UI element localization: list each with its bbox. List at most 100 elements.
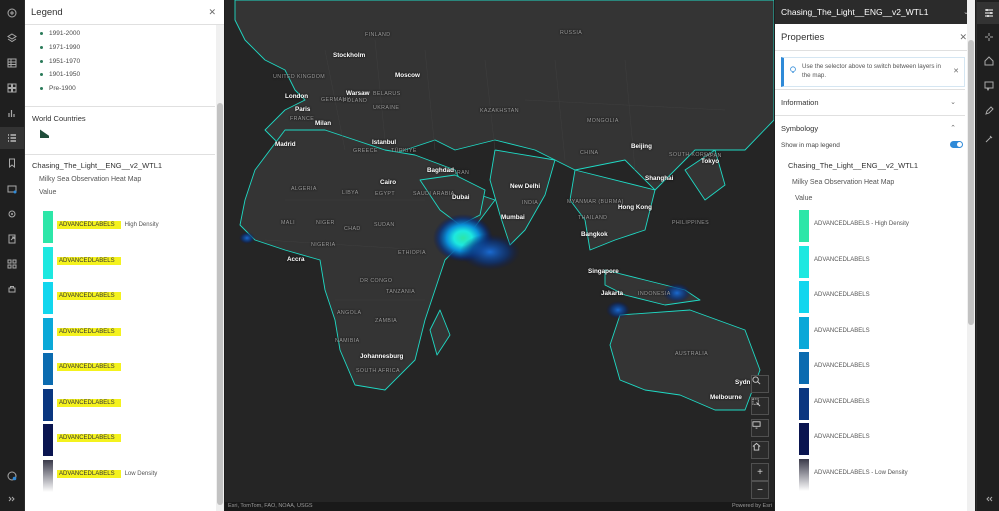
charts-icon[interactable] [0, 102, 24, 124]
world-countries-title: World Countries [32, 114, 86, 124]
search-icon[interactable] [751, 375, 769, 393]
map-label: Johannesburg [360, 353, 404, 360]
map-label: Paris [295, 106, 311, 113]
color-swatch [43, 211, 53, 243]
symbology-subtitle: Milky Sea Observation Heat Map [792, 179, 895, 186]
map-label: Mumbai [501, 214, 525, 221]
value-label: Value [39, 189, 57, 197]
ramp-label: ADVANCEDLABELS - Low Density [814, 469, 908, 476]
map-label: Sydn [735, 379, 751, 386]
map-label: Warsaw [346, 90, 370, 97]
ramp-row: ADVANCEDLABELS [799, 281, 959, 317]
dot-icon [40, 46, 43, 50]
layers-icon[interactable] [0, 27, 24, 49]
map-view[interactable]: London Paris Milan Madrid Stockholm Wars… [225, 0, 774, 511]
map-attribution: Esri, TomTom, FAO, NOAA, USGS Powered by… [225, 502, 774, 511]
ramp-row: ADVANCEDLABELS [43, 424, 213, 460]
map-label: Cairo [380, 179, 397, 186]
country-label: AUSTRALIA [675, 351, 709, 357]
heatmap-layer-title: Chasing_The_Light__ENG__v2_WTL1 [32, 161, 163, 171]
scrollbar-thumb[interactable] [217, 103, 223, 505]
color-swatch [43, 459, 53, 492]
map-label: Accra [287, 256, 305, 263]
heat-ramp: ADVANCEDLABELS High Density ADVANCEDLABELS… [43, 211, 213, 495]
fullscreen-icon[interactable] [751, 419, 769, 437]
properties-panel: Chasing_The_Light__ENG__v2_WTL1 ⌄ Proper… [775, 0, 975, 511]
close-icon[interactable]: ✕ [208, 7, 216, 18]
country-label: JAPAN [703, 153, 722, 159]
ramp-label: ADVANCEDLABELS [814, 327, 870, 334]
effects-icon[interactable] [977, 26, 999, 48]
color-swatch [799, 387, 809, 420]
ramp-label: ADVANCEDLABELS [814, 292, 870, 298]
zoom-out-button[interactable]: − [751, 481, 769, 499]
scrollbar-thumb[interactable] [968, 40, 974, 325]
apps-icon[interactable] [0, 253, 24, 275]
properties-icon[interactable] [977, 2, 999, 24]
color-swatch [799, 281, 809, 313]
world-countries-section: World Countries [25, 106, 215, 154]
ramp-row: ADVANCEDLABELS Low Density [43, 459, 213, 496]
country-label: ETHIOPIA [398, 250, 426, 256]
ramp-label: ADVANCEDLABELS - High Density [814, 221, 909, 227]
color-swatch [799, 316, 809, 349]
value-label: Value [795, 195, 813, 202]
country-label: ANGOLA [337, 310, 362, 316]
map-label: Melbourne [710, 394, 742, 401]
share-icon[interactable] [0, 278, 24, 300]
home-icon[interactable] [751, 441, 769, 459]
country-label: NIGERIA [311, 242, 336, 248]
configure-popups-icon[interactable] [977, 75, 999, 97]
show-legend-toggle[interactable] [950, 141, 963, 148]
add-icon[interactable] [0, 2, 24, 24]
heat-region-java-sea [606, 301, 630, 319]
ramp-row: ADVANCEDLABELS [43, 388, 213, 425]
help-icon[interactable] [0, 465, 24, 487]
legend-scrollbar[interactable] [216, 25, 224, 511]
information-label: Information [781, 97, 819, 107]
settings-icon[interactable] [0, 203, 24, 225]
heat-region-gulf-of-guinea [239, 232, 255, 244]
color-swatch [43, 282, 53, 314]
country-label: FRANCE [290, 116, 315, 122]
list-item: 1991-2000 [25, 27, 215, 41]
ramp-row: ADVANCEDLABELS [799, 316, 959, 353]
bookmarks-icon[interactable] [0, 152, 24, 174]
select-icon[interactable] [751, 397, 769, 415]
close-icon[interactable]: ✕ [953, 67, 959, 75]
country-label: TANZANIA [386, 289, 415, 295]
ramp-row: ADVANCEDLABELS [799, 387, 959, 424]
ramp-row: ADVANCEDLABELS [43, 353, 213, 389]
powered-by-text[interactable]: Powered by Esri [732, 503, 772, 509]
legend-panel: Legend ✕ 1991-2000 1971-1990 1951-1970 1… [25, 0, 224, 511]
basemap-icon[interactable] [0, 77, 24, 99]
map-label: Singapore [588, 268, 619, 275]
country-label: MONGOLIA [587, 118, 619, 124]
color-swatch [43, 246, 53, 279]
attribution-text: Esri, TomTom, FAO, NOAA, USGS [228, 503, 313, 509]
export-icon[interactable] [0, 228, 24, 250]
show-legend-row: Show in map legend [781, 141, 963, 149]
map-label: Jakarta [601, 290, 624, 297]
country-label: MYANMAR (BURMA) [567, 199, 624, 205]
information-section-toggle[interactable]: Information ⌄ [775, 89, 965, 114]
country-label: MALI [281, 220, 295, 226]
properties-scrollbar[interactable] [967, 0, 975, 511]
styles-icon[interactable] [977, 50, 999, 72]
layer-properties-icon[interactable] [0, 178, 24, 200]
properties-header: Properties ✕ [775, 24, 975, 51]
zoom-in-button[interactable]: + [751, 463, 769, 481]
edit-icon[interactable] [977, 100, 999, 122]
expand-icon[interactable] [0, 488, 24, 510]
legend-icon[interactable] [0, 127, 24, 149]
table-icon[interactable] [0, 52, 24, 74]
close-icon[interactable]: ✕ [959, 32, 967, 43]
dot-icon [40, 32, 43, 36]
layer-selector[interactable]: Chasing_The_Light__ENG__v2_WTL1 ⌄ [775, 0, 975, 24]
collapse-icon[interactable] [977, 488, 999, 510]
era-list: 1991-2000 1971-1990 1951-1970 1901-1950 … [25, 25, 215, 95]
symbology-section-toggle[interactable]: Symbology ⌃ [775, 115, 965, 140]
layer-selector-label[interactable]: Chasing_The_Light__ENG__v2_WTL1 [781, 7, 928, 17]
country-label: KAZAKHSTAN [480, 108, 519, 114]
analysis-icon[interactable] [977, 128, 999, 150]
